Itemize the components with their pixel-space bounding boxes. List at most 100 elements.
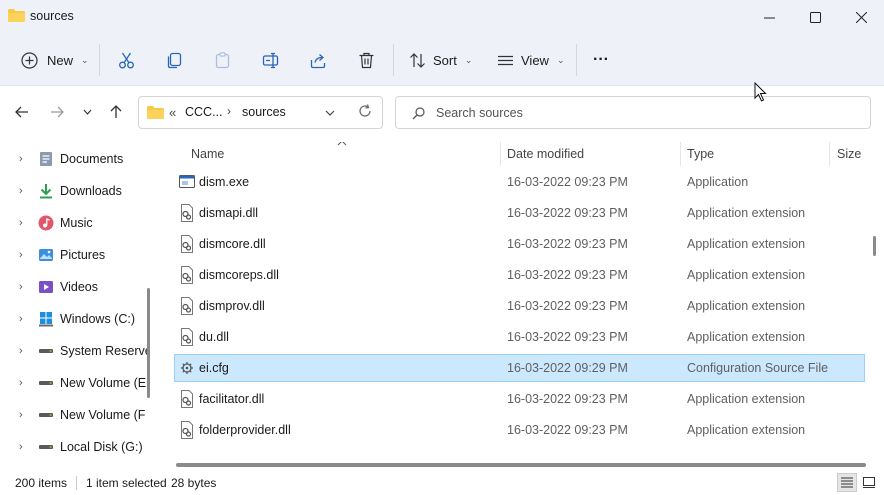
details-view-icon <box>841 477 853 488</box>
file-type: Application extension <box>687 392 806 406</box>
column-divider[interactable] <box>500 142 501 166</box>
maximize-icon <box>809 11 821 23</box>
large-icons-view-icon <box>863 477 875 488</box>
copy-icon <box>167 52 182 68</box>
file-name: ei.cfg <box>199 361 229 375</box>
toolbar-divider <box>576 44 577 76</box>
share-button[interactable] <box>310 34 327 86</box>
file-row[interactable]: dism.exe 16-03-2022 09:23 PM Application <box>174 168 865 196</box>
selection-count: 1 item selected <box>86 476 167 490</box>
sidebar-item-pictures[interactable]: › Pictures <box>0 239 150 271</box>
recent-locations-button[interactable] <box>76 100 98 124</box>
sidebar-item-system-reserved[interactable]: › System Reserve <box>0 335 150 367</box>
more-options-button[interactable]: ··· <box>593 34 609 86</box>
arrow-left-icon <box>15 106 28 118</box>
search-box[interactable]: Search sources <box>395 96 871 129</box>
details-view-button[interactable] <box>837 473 857 492</box>
dll-icon <box>181 204 193 222</box>
chevron-right-icon[interactable]: › <box>19 281 23 293</box>
minimize-button[interactable] <box>746 0 792 34</box>
delete-button[interactable] <box>358 34 375 86</box>
arrow-up-icon <box>110 105 122 118</box>
chevron-right-icon[interactable]: › <box>19 345 23 357</box>
breadcrumb-overflow[interactable]: « <box>169 105 176 120</box>
sidebar-item-label: New Volume (F <box>60 408 146 422</box>
sidebar-item-new-volume-f[interactable]: › New Volume (F <box>0 399 150 431</box>
trash-icon <box>359 52 374 68</box>
file-row[interactable]: du.dll 16-03-2022 09:23 PM Application e… <box>174 323 865 351</box>
file-type: Application <box>687 175 749 189</box>
chevron-right-icon[interactable]: › <box>19 217 23 229</box>
chevron-right-icon[interactable]: › <box>19 249 23 261</box>
dll-icon <box>181 328 193 346</box>
new-button[interactable]: New ⌄ <box>21 34 89 86</box>
refresh-button[interactable] <box>358 104 374 120</box>
file-row[interactable]: dismapi.dll 16-03-2022 09:23 PM Applicat… <box>174 199 865 227</box>
toolbar-divider <box>99 44 100 76</box>
sidebar-item-label: New Volume (E <box>60 376 147 390</box>
vertical-scrollbar[interactable] <box>873 236 876 256</box>
rename-button[interactable] <box>262 34 279 86</box>
drive-icon <box>39 413 53 417</box>
file-row[interactable]: dismcoreps.dll 16-03-2022 09:23 PM Appli… <box>174 261 865 289</box>
sidebar-item-label: Videos <box>60 280 98 294</box>
column-divider[interactable] <box>829 142 830 166</box>
file-name: dism.exe <box>199 175 250 189</box>
chevron-down-icon: ⌄ <box>556 54 565 65</box>
chevron-right-icon[interactable]: › <box>19 377 23 389</box>
up-button[interactable] <box>105 100 127 124</box>
chevron-right-icon[interactable]: › <box>19 409 23 421</box>
file-row[interactable]: facilitator.dll 16-03-2022 09:23 PM Appl… <box>174 385 865 413</box>
close-button[interactable] <box>838 0 884 34</box>
file-date: 16-03-2022 09:23 PM <box>507 268 628 282</box>
column-divider[interactable] <box>680 142 681 166</box>
chevron-right-icon[interactable]: › <box>19 441 23 453</box>
file-type: Application extension <box>687 330 806 344</box>
address-history-button[interactable] <box>325 105 339 119</box>
file-date: 16-03-2022 09:23 PM <box>507 237 628 251</box>
address-bar[interactable]: « CCC... › sources <box>138 96 383 129</box>
chevron-right-icon[interactable]: › <box>19 313 23 325</box>
sidebar-item-local-disk-g[interactable]: › Local Disk (G:) <box>0 431 150 463</box>
file-row-selected[interactable]: ei.cfg 16-03-2022 09:29 PM Configuration… <box>174 354 865 382</box>
sidebar-item-windows-c[interactable]: › Windows (C:) <box>0 303 150 335</box>
drive-icon <box>39 381 53 385</box>
sidebar-item-videos[interactable]: › Videos <box>0 271 150 303</box>
copy-button[interactable] <box>166 34 183 86</box>
navigation-pane: › Documents › Downloads › Music › Pictur… <box>0 142 158 471</box>
search-icon <box>412 107 425 120</box>
back-button[interactable] <box>11 100 33 124</box>
cut-button[interactable] <box>118 34 135 86</box>
file-name: dismprov.dll <box>199 299 265 313</box>
file-name: dismapi.dll <box>199 206 259 220</box>
file-type: Application extension <box>687 206 806 220</box>
breadcrumb-item[interactable]: CCC... <box>185 105 223 119</box>
share-icon <box>310 53 326 68</box>
file-row[interactable]: dismprov.dll 16-03-2022 09:23 PM Applica… <box>174 292 865 320</box>
chevron-right-icon[interactable]: › <box>19 185 23 197</box>
view-button[interactable]: View ⌄ <box>497 34 565 86</box>
file-row[interactable]: folderprovider.dll 16-03-2022 09:23 PM A… <box>174 416 865 444</box>
maximize-button[interactable] <box>792 0 838 34</box>
file-row[interactable]: dismcore.dll 16-03-2022 09:23 PM Applica… <box>174 230 865 258</box>
sort-button[interactable]: Sort ⌄ <box>409 34 472 86</box>
file-type: Application extension <box>687 423 806 437</box>
sidebar-item-downloads[interactable]: › Downloads <box>0 175 150 207</box>
file-date: 16-03-2022 09:29 PM <box>507 361 628 375</box>
horizontal-scrollbar[interactable] <box>176 463 866 467</box>
search-input[interactable]: Search sources <box>436 106 523 120</box>
sidebar-scrollbar[interactable] <box>147 288 150 398</box>
large-icons-view-button[interactable] <box>859 473 879 492</box>
close-icon <box>855 11 867 23</box>
paste-button[interactable] <box>214 34 231 86</box>
chevron-right-icon[interactable]: › <box>19 153 23 165</box>
breadcrumb-item[interactable]: sources <box>242 105 286 119</box>
sidebar-item-new-volume-e[interactable]: › New Volume (E <box>0 367 150 399</box>
view-icon <box>498 55 513 65</box>
file-type: Configuration Source File <box>687 361 829 375</box>
forward-button[interactable] <box>46 100 68 124</box>
sidebar-item-label: Windows (C:) <box>60 312 136 326</box>
sidebar-item-documents[interactable]: › Documents <box>0 143 150 175</box>
file-date: 16-03-2022 09:23 PM <box>507 299 628 313</box>
sidebar-item-music[interactable]: › Music <box>0 207 150 239</box>
